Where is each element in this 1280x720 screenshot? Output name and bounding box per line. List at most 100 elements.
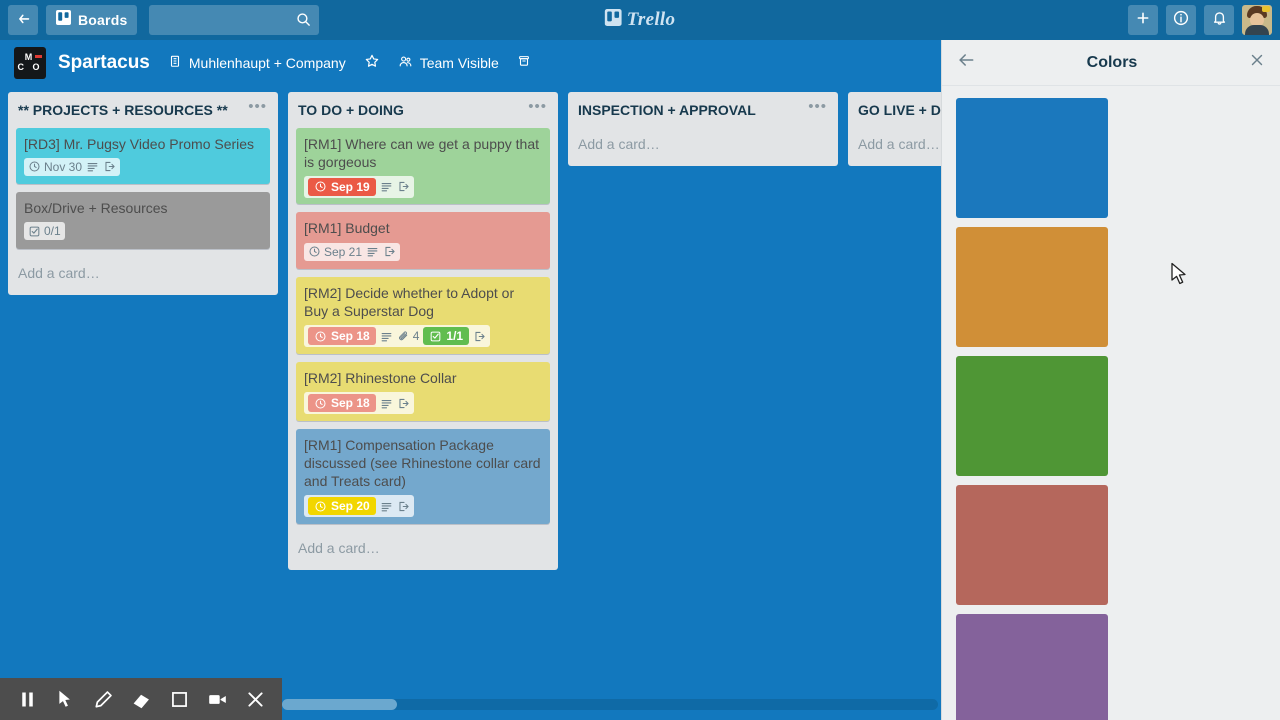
record-video[interactable] — [202, 684, 232, 714]
avatar-body — [1245, 25, 1269, 35]
board-visibility-label: Team Visible — [419, 54, 499, 71]
checklist-count: 1/1 — [446, 329, 464, 344]
list-title[interactable]: TO DO + DOING — [298, 102, 525, 120]
page-title[interactable]: Spartacus — [58, 52, 150, 74]
due-date-badge[interactable]: Sep 20 — [308, 497, 376, 516]
due-date-label: Sep 18 — [331, 396, 370, 411]
info-icon — [1172, 9, 1190, 32]
close-icon — [247, 691, 263, 707]
card-badges: Nov 30 — [24, 157, 121, 176]
list-column: TO DO + DOING ••• [RM1] Where can we get a… — [288, 92, 558, 570]
color-swatch-blue[interactable] — [956, 98, 1108, 218]
pencil-icon — [94, 690, 112, 708]
list-title[interactable]: INSPECTION + APPROVAL — [578, 102, 805, 120]
archive-button[interactable] — [517, 54, 531, 71]
card[interactable]: [RD3] Mr. Pugsy Video Promo Series Nov 30 — [16, 127, 270, 185]
description-icon — [380, 397, 393, 410]
move-card-icon — [473, 330, 486, 343]
due-date-label: Sep 20 — [331, 499, 370, 514]
trello-logo[interactable]: Trello — [604, 9, 676, 31]
search-input[interactable] — [149, 5, 320, 35]
colors-sidebar: Colors — [941, 40, 1280, 720]
card[interactable]: [RM2] Decide whether to Adopt or Buy a S… — [296, 277, 550, 354]
cursor-tool[interactable] — [50, 684, 80, 714]
card-list: [RM1] Where can we get a puppy that is g… — [288, 127, 558, 524]
screen-recorder-toolbar — [0, 678, 282, 720]
sidebar-back-button[interactable] — [956, 50, 976, 75]
move-card-icon — [103, 160, 116, 173]
horizontal-scrollbar[interactable] — [282, 699, 938, 710]
close-recorder[interactable] — [240, 684, 270, 714]
eraser-icon — [133, 694, 149, 708]
add-card-button[interactable]: Add a card… — [568, 128, 838, 164]
card-title: [RM1] Budget — [304, 220, 390, 237]
list-menu-icon[interactable]: ••• — [525, 99, 550, 114]
due-date-badge[interactable]: Sep 18 — [308, 327, 376, 346]
eraser-tool[interactable] — [126, 684, 156, 714]
pencil-tool[interactable] — [88, 684, 118, 714]
due-date-label: Sep 18 — [331, 329, 370, 344]
add-button[interactable] — [1128, 5, 1158, 35]
due-date-badge[interactable]: Nov 30 — [28, 160, 82, 174]
card[interactable]: [RM2] Rhinestone Collar Sep 18 — [296, 361, 550, 421]
card[interactable]: [RM1] Compensation Package discussed (se… — [296, 428, 550, 524]
boards-button[interactable]: Boards — [46, 5, 138, 35]
top-nav-right-actions — [1128, 5, 1272, 35]
card[interactable]: [RM1] Budget Sep 21 — [296, 212, 550, 270]
sidebar-close-button[interactable] — [1248, 51, 1266, 74]
team-name-label: Muhlenhaupt + Company — [188, 54, 346, 71]
back-button[interactable] — [8, 5, 38, 35]
add-card-button[interactable]: Add a card… — [8, 257, 278, 293]
move-card-icon — [383, 245, 396, 258]
due-date-badge[interactable]: Sep 19 — [308, 177, 376, 196]
cursor-arrow-icon — [58, 690, 70, 707]
checklist-badge: 0/1 — [28, 224, 61, 238]
description-icon — [380, 180, 393, 193]
list-column: INSPECTION + APPROVAL ••• Add a card… — [568, 92, 838, 166]
list-column: ** PROJECTS + RESOURCES ** ••• [RD3] Mr. P… — [8, 92, 278, 295]
description-icon — [380, 500, 393, 513]
color-swatch-orange[interactable] — [956, 227, 1108, 347]
star-board-button[interactable] — [364, 53, 380, 72]
due-date-badge[interactable]: Sep 21 — [308, 245, 362, 259]
card-badges: Sep 19 — [304, 175, 414, 198]
search-box[interactable] — [149, 5, 320, 35]
team-name-button[interactable]: Muhlenhaupt + Company — [168, 54, 346, 71]
card[interactable]: [RM1] Where can we get a puppy that is g… — [296, 127, 550, 205]
color-swatch-purple[interactable] — [956, 614, 1108, 720]
list-menu-icon[interactable]: ••• — [805, 99, 830, 114]
back-arrow-icon — [956, 50, 976, 75]
org-logo-dash — [35, 54, 42, 58]
sidebar-body — [942, 86, 1280, 720]
avatar-hat — [1262, 6, 1270, 12]
scrollbar-thumb[interactable] — [282, 699, 397, 710]
card[interactable]: Box/Drive + Resources 0/1 — [16, 192, 270, 249]
archive-box-icon — [517, 54, 531, 71]
close-icon — [1248, 51, 1266, 74]
organization-logo[interactable]: M C O — [14, 46, 46, 79]
info-button[interactable] — [1166, 5, 1196, 35]
color-swatch-red[interactable] — [956, 485, 1108, 605]
list-header: ** PROJECTS + RESOURCES ** ••• — [8, 92, 278, 128]
pause-button[interactable] — [12, 684, 42, 714]
move-card-icon — [397, 397, 410, 410]
card-badges: Sep 18 4 1/1 — [304, 325, 491, 348]
move-card-icon — [397, 500, 410, 513]
list-title[interactable]: ** PROJECTS + RESOURCES ** — [18, 102, 245, 120]
avatar[interactable] — [1242, 5, 1272, 35]
boards-grid-icon — [56, 10, 71, 30]
sidebar-header: Colors — [942, 40, 1280, 86]
list-menu-icon[interactable]: ••• — [245, 99, 270, 114]
color-swatch-green[interactable] — [956, 356, 1108, 476]
notifications-button[interactable] — [1204, 5, 1234, 35]
checklist-count: 0/1 — [44, 224, 61, 239]
org-logo-line2: C O — [17, 61, 43, 72]
due-date-badge[interactable]: Sep 18 — [308, 394, 376, 413]
rectangle-tool[interactable] — [164, 684, 194, 714]
plus-icon — [1135, 10, 1151, 31]
card-badges: Sep 20 — [304, 495, 414, 518]
move-card-icon — [397, 180, 410, 193]
add-card-button[interactable]: Add a card… — [288, 532, 558, 568]
description-icon — [366, 245, 379, 258]
board-visibility-button[interactable]: Team Visible — [398, 54, 499, 72]
